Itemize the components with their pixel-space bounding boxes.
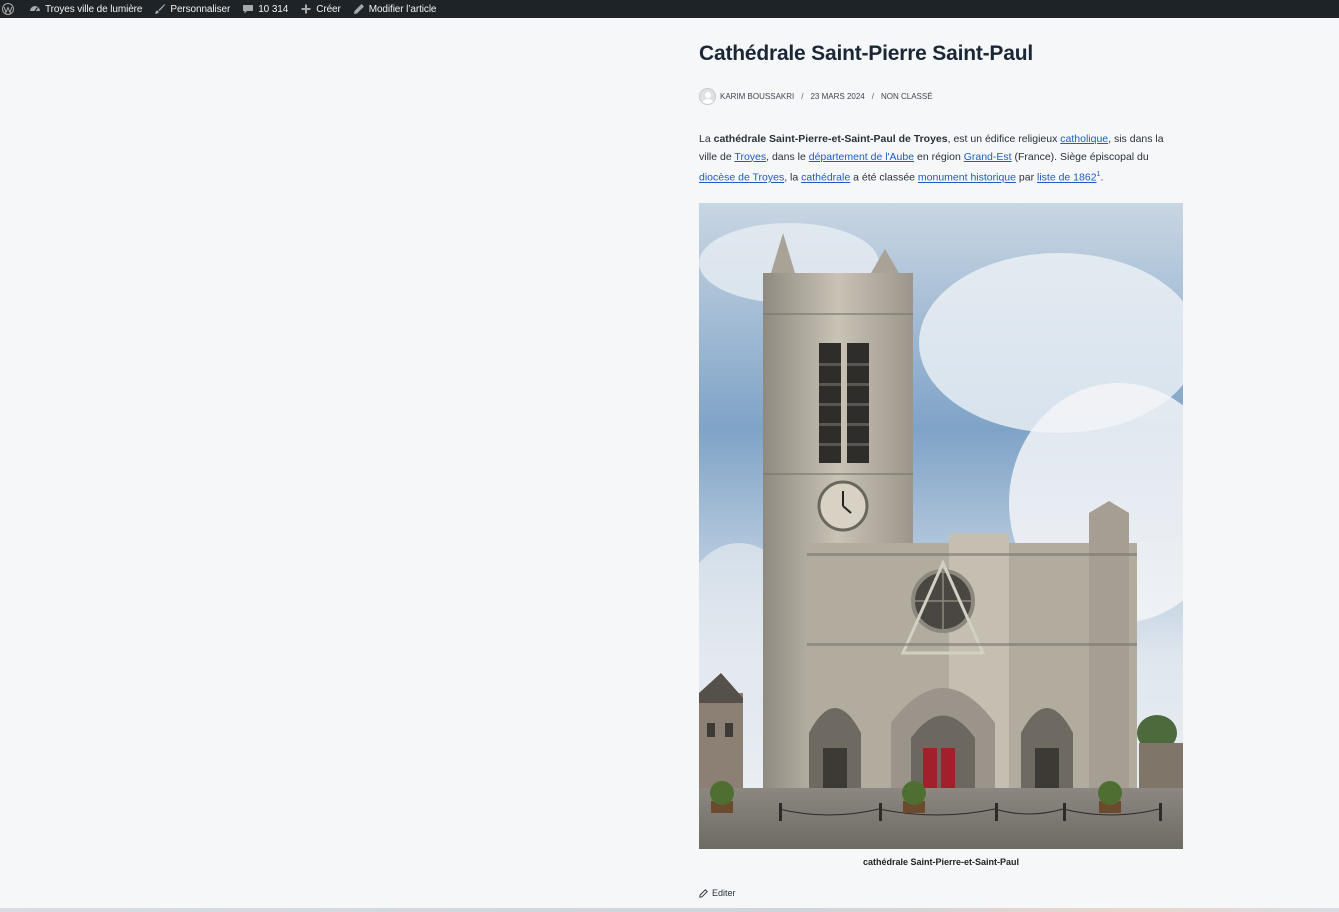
site-name-menu[interactable]: Troyes ville de lumière: [23, 0, 148, 18]
link-grand-est[interactable]: Grand-Est: [964, 151, 1012, 163]
post-title: Cathédrale Saint-Pierre Saint-Paul: [699, 42, 1033, 65]
cathedral-photo[interactable]: [699, 203, 1183, 849]
edit-label: Editer: [712, 888, 736, 898]
admin-bar: Troyes ville de lumière Personnaliser 10…: [0, 0, 1339, 18]
author-link[interactable]: KARIM BOUSSAKRI: [720, 92, 794, 101]
article: Cathédrale Saint-Pierre Saint-Paul KARIM…: [699, 40, 1183, 898]
comment-bubble-icon: [242, 3, 254, 15]
link-monument-historique[interactable]: monument historique: [918, 172, 1016, 184]
new-content-menu[interactable]: Créer: [294, 0, 347, 18]
wordpress-logo-icon: [2, 3, 14, 15]
meta-separator: /: [801, 91, 804, 101]
customize-label: Personnaliser: [170, 3, 231, 15]
brush-icon: [154, 3, 166, 15]
post-date: 23 MARS 2024: [810, 91, 865, 101]
post-paragraph: La cathédrale Saint-Pierre-et-Saint-Paul…: [699, 133, 1164, 184]
bold-subject: cathédrale Saint-Pierre-et-Saint-Paul de…: [713, 133, 948, 145]
plus-icon: [300, 3, 312, 15]
link-catholique[interactable]: catholique: [1060, 133, 1108, 145]
link-cathedrale[interactable]: cathédrale: [801, 172, 850, 184]
post-figure: cathédrale Saint-Pierre-et-Saint-Paul: [699, 203, 1183, 867]
link-departement[interactable]: département de l'Aube: [809, 151, 914, 163]
new-content-label: Créer: [316, 3, 341, 15]
pencil-icon: [353, 3, 365, 15]
link-liste-1862[interactable]: liste de 1862: [1037, 172, 1097, 184]
category-link[interactable]: NON CLASSÉ: [881, 92, 933, 101]
figure-caption: cathédrale Saint-Pierre-et-Saint-Paul: [862, 857, 1020, 867]
edit-post-button[interactable]: Editer: [699, 888, 1183, 898]
link-diocese[interactable]: diocèse de Troyes: [699, 172, 784, 184]
edit-post-label: Modifier l’article: [368, 3, 437, 15]
post-meta: KARIM BOUSSAKRI / 23 MARS 2024 / NON CLA…: [699, 87, 1183, 105]
pencil-icon: [699, 888, 708, 898]
link-troyes[interactable]: Troyes: [734, 151, 766, 163]
wordpress-menu[interactable]: [0, 0, 23, 18]
edit-post-link[interactable]: Modifier l’article: [347, 0, 443, 18]
comments-count: 10 314: [258, 3, 289, 15]
customize-link[interactable]: Personnaliser: [148, 0, 236, 18]
author-avatar[interactable]: [699, 87, 716, 105]
site-name-label: Troyes ville de lumière: [45, 3, 143, 15]
meta-separator: /: [871, 91, 874, 101]
dashboard-icon: [29, 3, 41, 15]
window-bottom-edge: [0, 908, 1339, 912]
comments-link[interactable]: 10 314: [236, 0, 294, 18]
